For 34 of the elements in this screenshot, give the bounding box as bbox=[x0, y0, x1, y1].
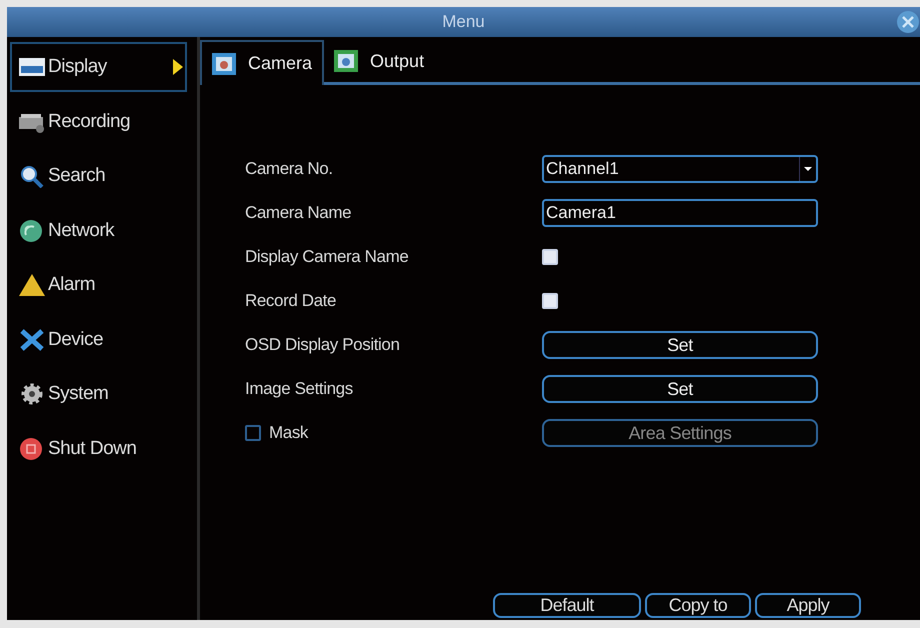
field-label: Mask bbox=[269, 423, 308, 443]
input-field[interactable]: Camera1 bbox=[542, 199, 818, 227]
sidebar-item[interactable]: Shut Down bbox=[10, 424, 187, 474]
field-label: Display Camera Name bbox=[245, 247, 408, 267]
tab[interactable]: Camera bbox=[200, 40, 324, 85]
image-icon bbox=[334, 50, 358, 72]
sidebar-item[interactable]: System bbox=[10, 369, 187, 419]
field-label: Record Date bbox=[245, 291, 336, 311]
field-label: Camera Name bbox=[245, 203, 352, 223]
warning-icon bbox=[18, 273, 46, 297]
tab[interactable]: Output bbox=[324, 40, 434, 85]
dropdown[interactable]: Channel1 bbox=[542, 155, 818, 183]
image-icon bbox=[212, 52, 236, 74]
caret-icon bbox=[804, 167, 812, 171]
sidebar-item[interactable]: Search bbox=[10, 151, 187, 201]
set-button[interactable]: Set bbox=[542, 375, 818, 403]
sidebar-item[interactable]: Device bbox=[10, 314, 187, 364]
sidebar-item[interactable]: Network bbox=[10, 206, 187, 256]
sidebar-item[interactable]: Recording bbox=[10, 96, 187, 146]
set-button[interactable]: Set bbox=[542, 331, 818, 359]
action-button[interactable]: Default bbox=[493, 593, 641, 618]
sidebar-item[interactable]: Display bbox=[10, 42, 187, 92]
field-label: OSD Display Position bbox=[245, 335, 400, 355]
arrow-icon bbox=[173, 59, 183, 75]
tools-icon bbox=[18, 328, 46, 352]
search-icon bbox=[18, 164, 46, 188]
sidebar-item[interactable]: Alarm bbox=[10, 260, 187, 310]
window-title: Menu bbox=[442, 12, 485, 32]
monitor-icon bbox=[18, 55, 46, 79]
action-button[interactable]: Apply bbox=[755, 593, 861, 618]
close-icon[interactable] bbox=[896, 10, 920, 34]
action-button[interactable]: Copy to bbox=[645, 593, 751, 618]
field-label: Camera No. bbox=[245, 159, 333, 179]
field-label: Image Settings bbox=[245, 379, 353, 399]
